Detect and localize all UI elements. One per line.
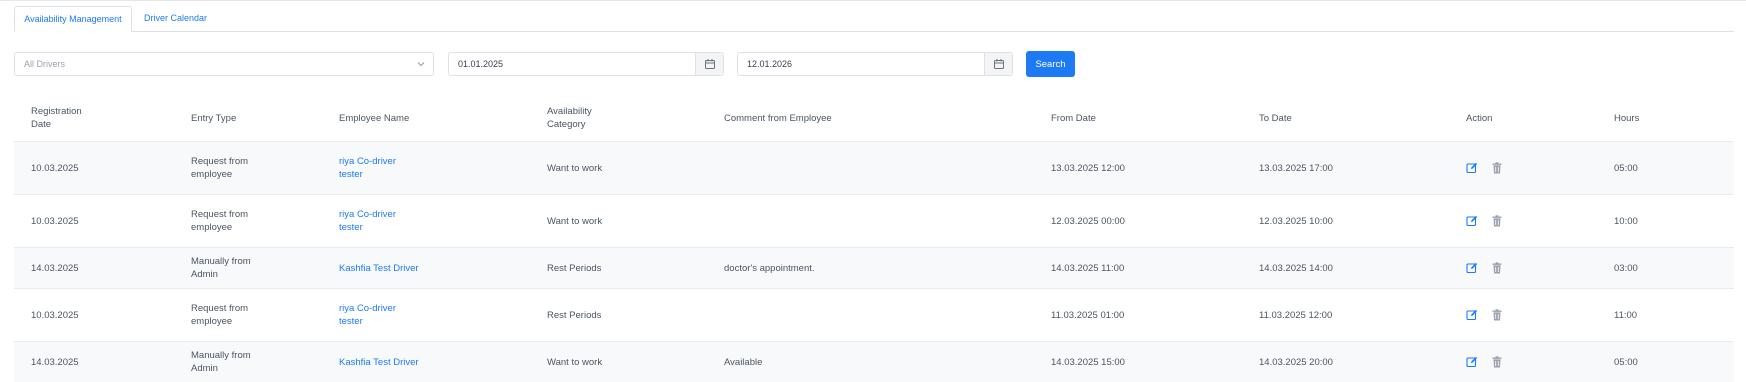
cell-from-date: 13.03.2025 12:00: [1034, 141, 1242, 195]
driver-select[interactable]: All Drivers: [14, 52, 434, 76]
cell-comment: doctor's appointment.: [707, 247, 1034, 289]
edit-icon[interactable]: [1466, 215, 1478, 227]
cell-action: [1449, 288, 1597, 342]
cell-from-date: 14.03.2025 15:00: [1034, 341, 1242, 382]
top-divider: [0, 0, 1746, 1]
employee-link[interactable]: riya Co-driver tester: [339, 302, 407, 328]
cell-hours: 05:00: [1597, 141, 1734, 195]
header-from-date[interactable]: From Date: [1034, 95, 1242, 142]
trash-icon[interactable]: [1491, 262, 1503, 274]
cell-entry-type: Manually from Admin: [174, 247, 322, 289]
cell-to-date: 14.03.2025 20:00: [1242, 341, 1449, 382]
cell-from-date: 11.03.2025 01:00: [1034, 288, 1242, 342]
header-action: Action: [1466, 112, 1493, 124]
cell-to-date: 13.03.2025 17:00: [1242, 141, 1449, 195]
edit-icon[interactable]: [1466, 162, 1478, 174]
table-row: 14.03.2025 Manually from Admin Kashfia T…: [14, 247, 1734, 289]
cell-category: Want to work: [530, 341, 707, 382]
cell-comment: [707, 194, 1034, 248]
table-row: 10.03.2025 Request from employee riya Co…: [14, 194, 1734, 248]
cell-to-date: 12.03.2025 10:00: [1242, 194, 1449, 248]
driver-select-value: All Drivers: [24, 59, 66, 69]
to-date-value: 12.01.2026: [747, 59, 793, 69]
cell-comment: [707, 288, 1034, 342]
tab-bar: Availability Management Driver Calendar: [14, 6, 1734, 32]
table-header-row: Registration Date Entry Type Employee Na…: [14, 95, 1734, 142]
cell-action: [1449, 341, 1597, 382]
chevron-down-icon: [417, 62, 425, 67]
employee-link[interactable]: riya Co-driver tester: [339, 208, 407, 234]
cell-registration-date: 14.03.2025: [14, 247, 174, 289]
cell-employee-name[interactable]: riya Co-driver tester: [322, 194, 530, 248]
table-row: 10.03.2025 Request from employee riya Co…: [14, 288, 1734, 342]
cell-to-date: 14.03.2025 14:00: [1242, 247, 1449, 289]
cell-entry-type: Request from employee: [174, 288, 322, 342]
to-date-field[interactable]: 12.01.2026: [737, 52, 1013, 76]
employee-link[interactable]: Kashfia Test Driver: [339, 262, 459, 275]
cell-entry-type: Manually from Admin: [174, 341, 322, 382]
header-availability-category[interactable]: Availability Category: [530, 95, 707, 142]
calendar-icon[interactable]: [984, 53, 1012, 75]
cell-entry-type: Request from employee: [174, 194, 322, 248]
cell-action: [1449, 141, 1597, 195]
tab-driver-calendar[interactable]: Driver Calendar: [144, 6, 224, 30]
cell-hours: 11:00: [1597, 288, 1734, 342]
cell-category: Rest Periods: [530, 247, 707, 289]
employee-link[interactable]: riya Co-driver tester: [339, 155, 407, 181]
cell-hours: 05:00: [1597, 341, 1734, 382]
cell-hours: 03:00: [1597, 247, 1734, 289]
cell-registration-date: 10.03.2025: [14, 288, 174, 342]
header-registration-date[interactable]: Registration Date: [14, 95, 174, 142]
cell-registration-date: 10.03.2025: [14, 141, 174, 195]
header-to-date[interactable]: To Date: [1242, 95, 1449, 142]
cell-employee-name[interactable]: Kashfia Test Driver: [322, 247, 530, 289]
from-date-value: 01.01.2025: [458, 59, 504, 69]
header-hours[interactable]: Hours: [1597, 95, 1734, 142]
header-entry-type[interactable]: Entry Type: [174, 95, 322, 142]
cell-employee-name[interactable]: riya Co-driver tester: [322, 141, 530, 195]
edit-icon[interactable]: [1466, 262, 1478, 274]
header-comment[interactable]: Comment from Employee: [707, 95, 1034, 142]
cell-registration-date: 14.03.2025: [14, 341, 174, 382]
cell-action: [1449, 194, 1597, 248]
edit-icon[interactable]: [1466, 309, 1478, 321]
tab-availability-management[interactable]: Availability Management: [14, 6, 132, 32]
cell-action: [1449, 247, 1597, 289]
trash-icon[interactable]: [1491, 215, 1503, 227]
calendar-icon[interactable]: [695, 53, 723, 75]
cell-category: Want to work: [530, 194, 707, 248]
cell-comment: Available: [707, 341, 1034, 382]
cell-registration-date: 10.03.2025: [14, 194, 174, 248]
cell-employee-name[interactable]: riya Co-driver tester: [322, 288, 530, 342]
cell-from-date: 14.03.2025 11:00: [1034, 247, 1242, 289]
header-employee-name[interactable]: Employee Name: [322, 95, 530, 142]
cell-employee-name[interactable]: Kashfia Test Driver: [322, 341, 530, 382]
cell-from-date: 12.03.2025 00:00: [1034, 194, 1242, 248]
cell-comment: [707, 141, 1034, 195]
table-row: 14.03.2025 Manually from Admin Kashfia T…: [14, 341, 1734, 382]
cell-hours: 10:00: [1597, 194, 1734, 248]
table-row: 10.03.2025 Request from employee riya Co…: [14, 141, 1734, 195]
from-date-field[interactable]: 01.01.2025: [448, 52, 724, 76]
cell-entry-type: Request from employee: [174, 141, 322, 195]
employee-link[interactable]: Kashfia Test Driver: [339, 356, 459, 369]
edit-icon[interactable]: [1466, 356, 1478, 368]
cell-category: Rest Periods: [530, 288, 707, 342]
trash-icon[interactable]: [1491, 356, 1503, 368]
search-button[interactable]: Search: [1026, 51, 1075, 77]
cell-to-date: 11.03.2025 12:00: [1242, 288, 1449, 342]
trash-icon[interactable]: [1491, 162, 1503, 174]
cell-category: Want to work: [530, 141, 707, 195]
availability-table: Registration Date Entry Type Employee Na…: [14, 95, 1734, 382]
trash-icon[interactable]: [1491, 309, 1503, 321]
